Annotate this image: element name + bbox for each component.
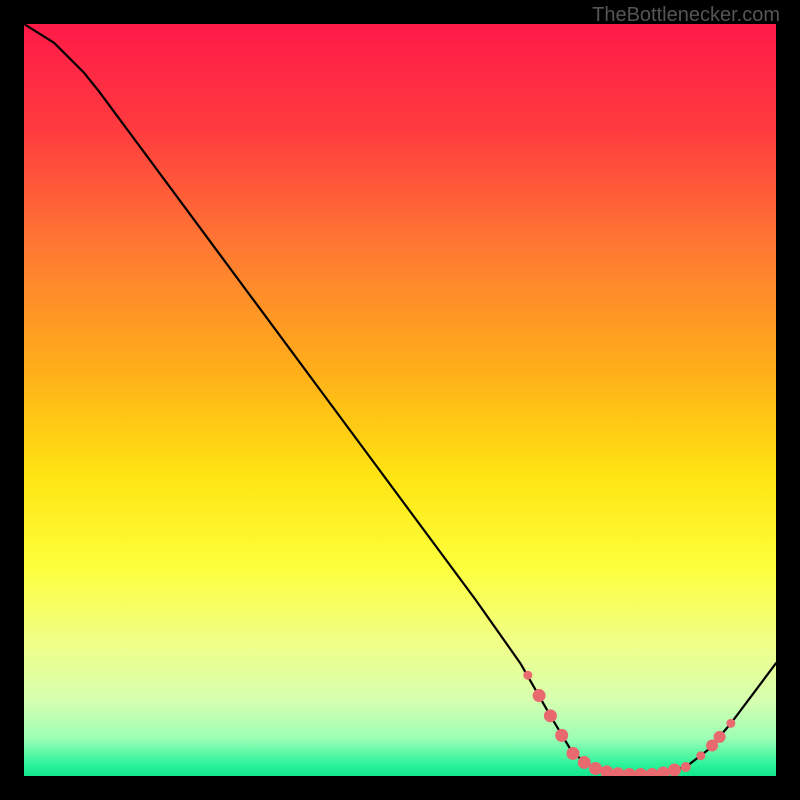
bottleneck-chart: [24, 24, 776, 776]
data-marker: [668, 763, 681, 776]
watermark-text: TheBottlenecker.com: [592, 4, 780, 27]
data-marker: [566, 747, 579, 760]
data-marker: [523, 671, 532, 680]
data-marker: [578, 756, 591, 769]
data-marker: [681, 762, 691, 772]
gradient-background: [24, 24, 776, 776]
chart-area: [24, 24, 776, 776]
data-marker: [589, 762, 602, 775]
data-marker: [696, 751, 705, 760]
data-marker: [544, 709, 557, 722]
data-marker: [726, 719, 735, 728]
data-marker: [555, 729, 568, 742]
data-marker: [714, 731, 726, 743]
data-marker: [533, 689, 546, 702]
